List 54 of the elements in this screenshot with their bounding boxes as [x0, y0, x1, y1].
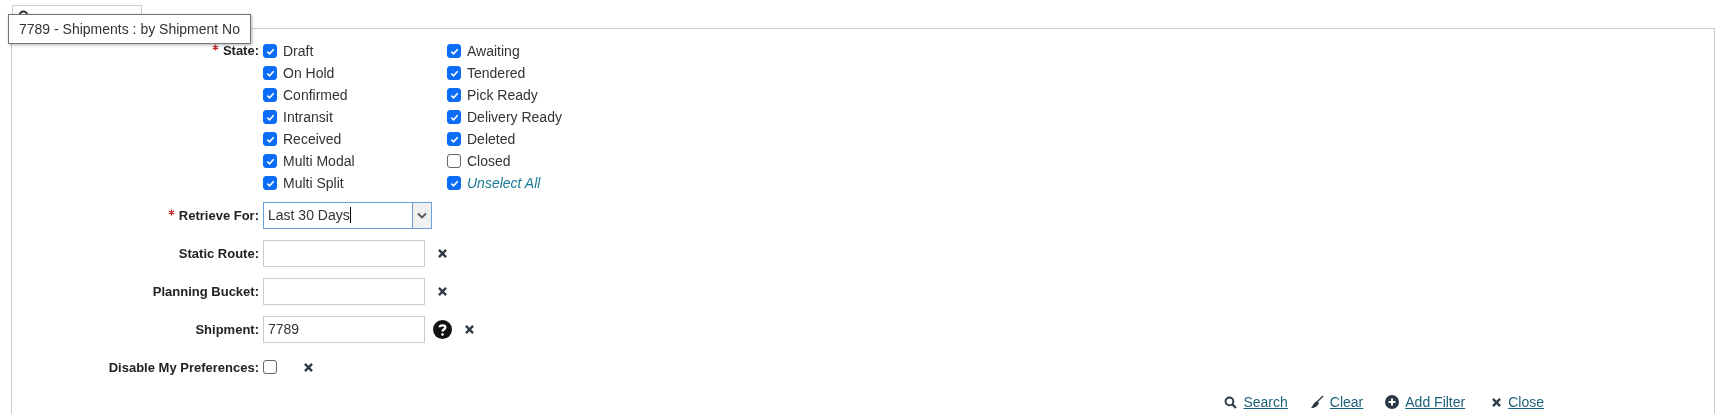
- close-icon[interactable]: [1491, 396, 1503, 408]
- checkbox[interactable]: [263, 154, 277, 168]
- checkbox[interactable]: [447, 66, 461, 80]
- option-label: Received: [283, 131, 342, 147]
- field-label: Planning Bucket:: [152, 283, 259, 299]
- field-label: Retrieve For:: [178, 207, 259, 223]
- clear-icon[interactable]: [464, 323, 475, 335]
- checkbox[interactable]: [263, 176, 277, 190]
- checkbox[interactable]: [263, 110, 277, 124]
- clear-icon[interactable]: [437, 247, 448, 259]
- checkbox[interactable]: [447, 44, 461, 58]
- checkbox[interactable]: [447, 88, 461, 102]
- action-link[interactable]: Search: [1243, 394, 1288, 410]
- chevron-down-icon[interactable]: [417, 211, 427, 219]
- option-label: On Hold: [283, 65, 335, 81]
- checkbox[interactable]: [447, 110, 461, 124]
- option-label: Draft: [283, 43, 314, 59]
- option-label: Pick Ready: [467, 87, 538, 103]
- checkbox[interactable]: [447, 132, 461, 146]
- clear-icon[interactable]: [437, 285, 448, 297]
- checkbox[interactable]: [263, 360, 277, 374]
- checkbox[interactable]: [447, 176, 461, 190]
- option-label: Tendered: [467, 65, 526, 81]
- broom-icon[interactable]: [1309, 395, 1324, 409]
- option-label: Multi Modal: [283, 153, 355, 169]
- checkbox[interactable]: [263, 88, 277, 102]
- option-label: Awaiting: [467, 43, 520, 59]
- action-link[interactable]: Clear: [1329, 394, 1364, 410]
- action-link[interactable]: Add Filter: [1405, 394, 1466, 410]
- option-label: Deleted: [467, 131, 516, 147]
- input-field[interactable]: [263, 239, 425, 267]
- checkbox[interactable]: [263, 44, 277, 58]
- retrieve-select[interactable]: Last 30 Days: [263, 201, 432, 229]
- unselect-all-link[interactable]: Unselect All: [467, 175, 541, 191]
- option-label: Intransit: [283, 109, 333, 125]
- option-label: Confirmed: [283, 87, 348, 103]
- field-label: Shipment:: [195, 321, 259, 337]
- help-icon[interactable]: [433, 319, 452, 339]
- input-field[interactable]: [263, 277, 425, 305]
- clear-icon[interactable]: [303, 361, 314, 373]
- search-icon[interactable]: [1224, 395, 1238, 409]
- action-link[interactable]: Close: [1508, 394, 1544, 410]
- add-icon[interactable]: [1385, 395, 1400, 409]
- checkbox[interactable]: [263, 66, 277, 80]
- tooltip: 7789 - Shipments : by Shipment No: [8, 14, 251, 44]
- field-label: Static Route:: [178, 245, 259, 261]
- option-label: Multi Split: [283, 175, 344, 191]
- option-label: Closed: [467, 153, 511, 169]
- option-label: Delivery Ready: [467, 109, 562, 125]
- input-field[interactable]: 7789: [263, 315, 425, 343]
- field-label: State:: [222, 42, 259, 58]
- field-label: Disable My Preferences:: [108, 359, 259, 375]
- checkbox[interactable]: [263, 132, 277, 146]
- checkbox[interactable]: [447, 154, 461, 168]
